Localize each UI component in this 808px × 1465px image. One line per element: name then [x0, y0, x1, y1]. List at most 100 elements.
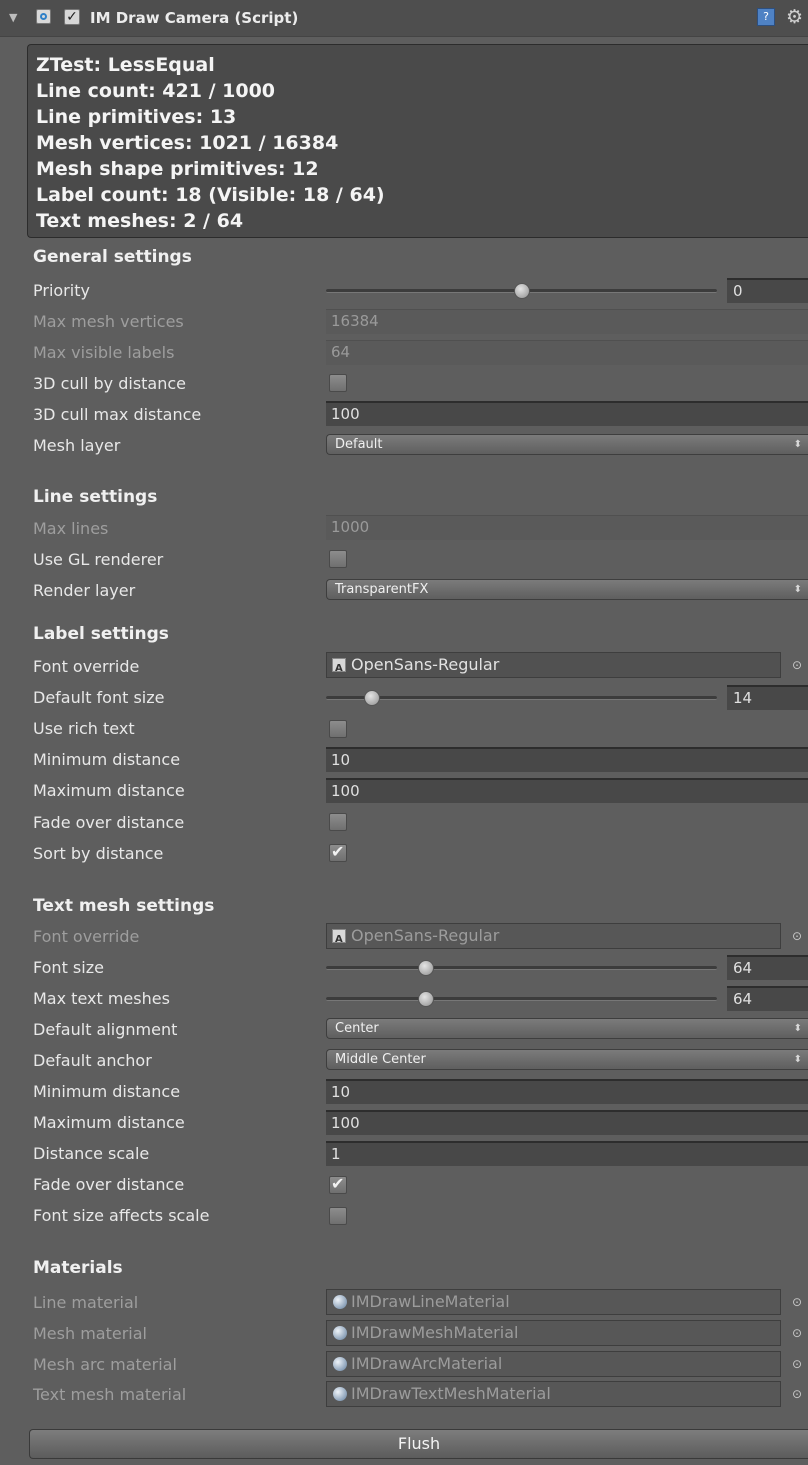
material-sphere-icon	[333, 1357, 347, 1371]
mesh-arc-material-field: IMDrawArcMaterial	[326, 1351, 781, 1377]
stat-label-count: Label count: 18 (Visible: 18 / 64)	[36, 184, 385, 206]
line-material-field: IMDrawLineMaterial	[326, 1289, 781, 1315]
default-font-size-slider-thumb[interactable]	[364, 690, 380, 706]
textmesh-font-size-field[interactable]: 64	[727, 955, 808, 980]
section-general-settings: General settings	[33, 247, 192, 267]
line-material-value: IMDrawLineMaterial	[351, 1292, 510, 1311]
default-anchor-label: Default anchor	[33, 1051, 152, 1070]
use-rich-text-label: Use rich text	[33, 719, 135, 738]
section-materials: Materials	[33, 1258, 123, 1278]
default-font-size-label: Default font size	[33, 688, 165, 707]
render-layer-value: TransparentFX	[335, 582, 429, 597]
stat-line-primitives: Line primitives: 13	[36, 106, 237, 128]
mesh-arc-material-label: Mesh arc material	[33, 1355, 177, 1374]
max-text-meshes-field[interactable]: 64	[727, 986, 808, 1011]
priority-slider-thumb[interactable]	[514, 283, 530, 299]
default-font-size-slider-track[interactable]	[326, 696, 717, 700]
sort-by-distance-label: Sort by distance	[33, 844, 164, 863]
sort-by-distance-checkbox[interactable]	[329, 842, 347, 862]
distance-scale-field[interactable]: 1	[326, 1141, 808, 1166]
cull-by-distance-checkbox[interactable]	[329, 374, 347, 392]
textmesh-font-size-slider-track[interactable]	[326, 966, 717, 970]
max-text-meshes-label: Max text meshes	[33, 989, 170, 1008]
label-fade-checkbox[interactable]	[329, 813, 347, 831]
section-text-mesh-settings: Text mesh settings	[33, 896, 215, 916]
default-alignment-value: Center	[335, 1021, 379, 1036]
label-font-override-label: Font override	[33, 657, 140, 676]
cull-by-distance-label: 3D cull by distance	[33, 374, 187, 393]
component-header: ▼ ✓ IM Draw Camera (Script) ? ⚙	[0, 0, 808, 37]
textmesh-max-distance-label: Maximum distance	[33, 1113, 185, 1132]
default-font-size-field[interactable]: 14	[727, 685, 808, 710]
textmesh-fade-checkbox[interactable]	[329, 1174, 347, 1194]
distance-scale-label: Distance scale	[33, 1144, 150, 1163]
textmesh-max-distance-field[interactable]: 100	[326, 1110, 808, 1135]
render-layer-dropdown[interactable]: TransparentFX ⬍	[326, 579, 808, 600]
component-enabled-checkbox[interactable]: ✓	[64, 9, 80, 25]
max-visible-labels-label: Max visible labels	[33, 343, 175, 362]
font-asset-icon	[332, 657, 346, 677]
priority-field[interactable]: 0	[727, 278, 808, 303]
use-gl-renderer-checkbox[interactable]	[329, 550, 347, 568]
stat-text-meshes: Text meshes: 2 / 64	[36, 210, 244, 232]
flush-button[interactable]: Flush	[29, 1429, 808, 1459]
object-picker-icon: ⊙	[792, 1295, 803, 1309]
stat-mesh-shape-primitives: Mesh shape primitives: 12	[36, 158, 319, 180]
foldout-arrow-icon[interactable]: ▼	[9, 11, 17, 24]
max-mesh-vertices-label: Max mesh vertices	[33, 312, 184, 331]
default-anchor-dropdown[interactable]: Middle Center ⬍	[326, 1049, 808, 1070]
label-font-override-field[interactable]: OpenSans-Regular	[326, 652, 781, 678]
label-max-distance-field[interactable]: 100	[326, 778, 808, 803]
stats-box: ZTest: LessEqual Line count: 421 / 1000 …	[27, 44, 808, 238]
material-sphere-icon	[333, 1295, 347, 1309]
text-mesh-material-field: IMDrawTextMeshMaterial	[326, 1381, 781, 1407]
help-book-icon[interactable]: ?	[757, 8, 775, 26]
label-min-distance-field[interactable]: 10	[326, 747, 808, 772]
mesh-material-value: IMDrawMeshMaterial	[351, 1323, 519, 1342]
cull-max-distance-label: 3D cull max distance	[33, 405, 202, 424]
use-rich-text-checkbox[interactable]	[329, 720, 347, 738]
object-picker-icon[interactable]: ⊙	[792, 658, 806, 672]
stat-ztest: ZTest: LessEqual	[36, 54, 215, 76]
textmesh-font-override-field: OpenSans-Regular	[326, 923, 781, 949]
material-sphere-icon	[333, 1326, 347, 1340]
material-sphere-icon	[333, 1387, 347, 1401]
mesh-layer-dropdown[interactable]: Default ⬍	[326, 434, 808, 455]
label-min-distance-label: Minimum distance	[33, 750, 181, 769]
textmesh-min-distance-field[interactable]: 10	[326, 1079, 808, 1104]
textmesh-font-override-value: OpenSans-Regular	[351, 926, 500, 945]
label-max-distance-label: Maximum distance	[33, 781, 185, 800]
dropdown-arrow-icon: ⬍	[793, 584, 802, 595]
render-layer-label: Render layer	[33, 581, 136, 600]
max-text-meshes-slider-thumb[interactable]	[418, 991, 434, 1007]
max-lines-field: 1000	[326, 515, 808, 540]
priority-label: Priority	[33, 281, 90, 300]
mesh-layer-value: Default	[335, 437, 383, 452]
mesh-arc-material-value: IMDrawArcMaterial	[351, 1354, 503, 1373]
max-lines-label: Max lines	[33, 519, 109, 538]
mesh-material-field: IMDrawMeshMaterial	[326, 1320, 781, 1346]
textmesh-font-size-slider-thumb[interactable]	[418, 960, 434, 976]
label-fade-label: Fade over distance	[33, 813, 185, 832]
default-anchor-value: Middle Center	[335, 1052, 426, 1067]
textmesh-min-distance-label: Minimum distance	[33, 1082, 181, 1101]
stat-line-count: Line count: 421 / 1000	[36, 80, 276, 102]
textmesh-font-override-label: Font override	[33, 927, 140, 946]
section-line-settings: Line settings	[33, 487, 158, 507]
default-alignment-dropdown[interactable]: Center ⬍	[326, 1018, 808, 1039]
textmesh-fade-label: Fade over distance	[33, 1175, 185, 1194]
line-material-label: Line material	[33, 1293, 139, 1312]
dropdown-arrow-icon: ⬍	[793, 1054, 802, 1065]
dropdown-arrow-icon: ⬍	[793, 1023, 802, 1034]
textmesh-font-size-label: Font size	[33, 958, 104, 977]
gear-icon[interactable]: ⚙	[786, 6, 803, 28]
cull-max-distance-field[interactable]: 100	[326, 401, 808, 426]
font-size-affects-scale-checkbox[interactable]	[329, 1207, 347, 1225]
text-mesh-material-value: IMDrawTextMeshMaterial	[351, 1384, 551, 1403]
max-mesh-vertices-field: 16384	[326, 309, 808, 334]
script-icon	[36, 9, 51, 24]
object-picker-icon: ⊙	[792, 1326, 803, 1340]
max-text-meshes-slider-track[interactable]	[326, 997, 717, 1001]
font-size-affects-scale-label: Font size affects scale	[33, 1206, 210, 1225]
component-title: IM Draw Camera (Script)	[90, 9, 299, 27]
